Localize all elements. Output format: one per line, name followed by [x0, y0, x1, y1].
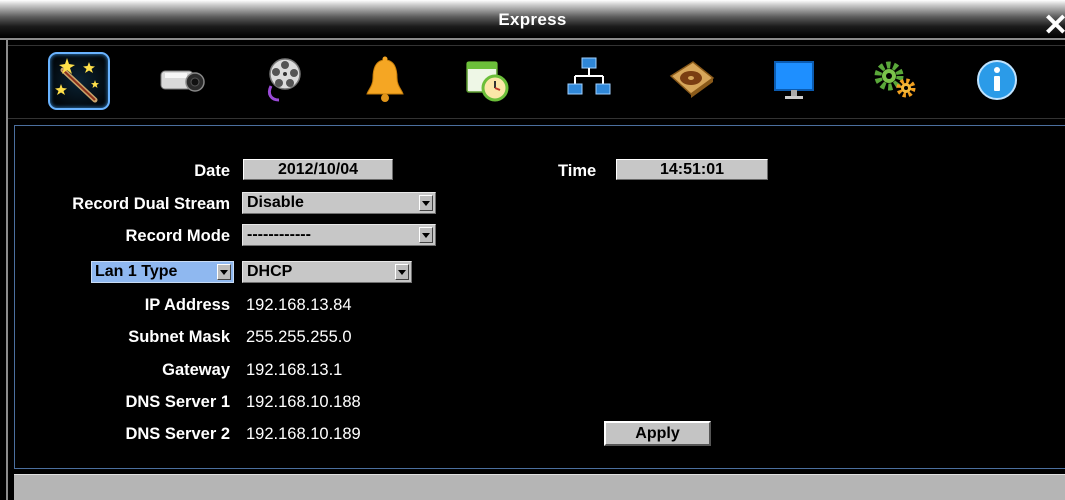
- lan-mode-select[interactable]: DHCP: [242, 261, 412, 283]
- chevron-down-icon[interactable]: [419, 227, 433, 243]
- dns-server-2-label: DNS Server 2: [125, 425, 230, 443]
- record-mode-value: ------------: [247, 226, 311, 243]
- dual-stream-select[interactable]: Disable: [242, 192, 436, 214]
- toolbar: [8, 45, 1065, 119]
- toolbar-display-button[interactable]: [762, 52, 824, 110]
- monitor-icon: [774, 61, 814, 99]
- record-mode-select[interactable]: ------------: [242, 224, 436, 246]
- window-title: Express: [498, 10, 567, 29]
- calendar-clock-icon: [466, 61, 509, 102]
- gears-icon: [874, 61, 916, 98]
- chevron-down-icon[interactable]: [395, 264, 409, 280]
- gateway-value: 192.168.13.1: [246, 361, 343, 379]
- divider: [0, 38, 1065, 40]
- toolbar-disk-button[interactable]: [660, 52, 722, 110]
- bell-icon: [366, 56, 404, 102]
- date-label: Date: [194, 162, 230, 180]
- subnet-mask-label: Subnet Mask: [128, 328, 230, 346]
- toolbar-record-button[interactable]: [252, 52, 314, 110]
- time-field[interactable]: 14:51:01: [616, 159, 768, 180]
- lan-type-label: Lan 1 Type: [95, 263, 178, 280]
- lan-type-selector[interactable]: Lan 1 Type: [91, 261, 234, 283]
- chevron-down-icon[interactable]: [217, 264, 231, 280]
- dual-stream-value: Disable: [247, 194, 304, 211]
- date-field[interactable]: 2012/10/04: [243, 159, 393, 180]
- toolbar-event-button[interactable]: [354, 52, 416, 110]
- record-mode-label: Record Mode: [125, 227, 230, 245]
- ip-address-label: IP Address: [144, 296, 230, 314]
- toolbar-camera-button[interactable]: [150, 52, 212, 110]
- apply-button[interactable]: Apply: [604, 421, 711, 446]
- hard-disk-icon: [669, 61, 715, 98]
- dns-server-1-value: 192.168.10.188: [246, 393, 361, 411]
- chevron-down-icon[interactable]: [419, 195, 433, 211]
- close-icon[interactable]: ✕: [1043, 11, 1065, 41]
- subnet-mask-value: 255.255.255.0: [246, 328, 352, 346]
- gateway-label: Gateway: [162, 361, 230, 379]
- toolbar-schedule-button[interactable]: [456, 52, 518, 110]
- time-label: Time: [558, 162, 597, 180]
- title-bar: Express ✕: [0, 0, 1065, 41]
- toolbar-system-button[interactable]: [864, 52, 926, 110]
- toolbar-network-button[interactable]: [558, 52, 620, 110]
- wand-icon: [55, 58, 99, 103]
- film-reel-icon: [267, 58, 301, 102]
- camera-icon: [160, 70, 205, 92]
- info-icon: [977, 60, 1017, 100]
- dns-server-1-label: DNS Server 1: [125, 393, 230, 411]
- toolbar-info-button[interactable]: [966, 52, 1028, 110]
- ip-address-value: 192.168.13.84: [246, 296, 352, 314]
- dns-server-2-value: 192.168.10.189: [246, 425, 361, 443]
- status-bar: [14, 474, 1065, 500]
- toolbar-wand-button[interactable]: [48, 52, 110, 110]
- lan-mode-value: DHCP: [247, 263, 293, 280]
- dual-stream-label: Record Dual Stream: [72, 195, 230, 213]
- network-icon: [567, 57, 611, 95]
